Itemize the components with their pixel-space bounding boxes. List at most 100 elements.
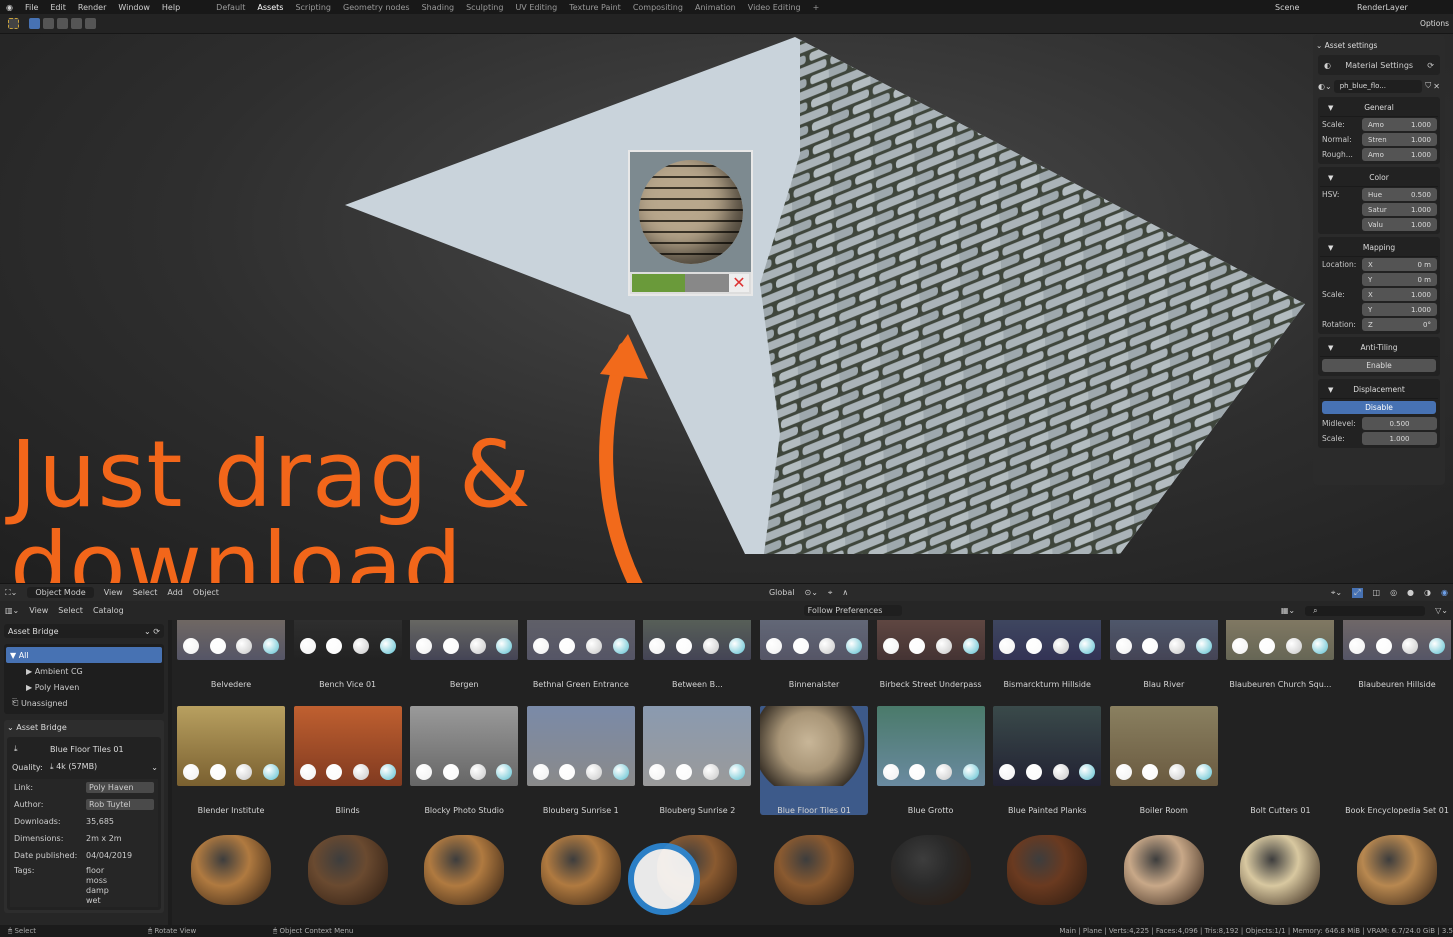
menu-select[interactable]: Select [133,588,158,597]
mode-extend-icon[interactable] [43,18,54,29]
cancel-download-icon[interactable]: ✕ [729,274,749,292]
scale-y-field[interactable]: Y 1.000 [1362,303,1437,316]
tab-shading[interactable]: Shading [422,3,455,12]
3d-viewport[interactable]: Just drag & download [0,34,1453,583]
asset-tile[interactable]: Belvedere [177,620,285,689]
asset-tile[interactable]: Blocky Photo Studio [410,706,519,815]
refresh-library-icon[interactable]: ⌄ ⟳ [144,627,160,636]
asset-tile[interactable]: Birbeck Street Underpass [876,620,985,689]
display-mode-icon[interactable]: ▦⌄ [1281,606,1295,615]
asset-tile[interactable]: Blouberg Sunrise 1 [526,706,635,815]
asset-settings-header[interactable]: ⌄ Asset settings [1316,38,1442,52]
link-field[interactable]: Poly Haven [86,781,154,793]
scale-x-field[interactable]: X 1.000 [1362,288,1437,301]
menu-object[interactable]: Object [193,588,219,597]
tab-animation[interactable]: Animation [695,3,736,12]
view-layer-selector[interactable]: RenderLayer [1357,3,1447,12]
asset-tile[interactable] [760,825,868,915]
general-section-header[interactable]: ▼ General [1320,99,1438,117]
asset-tile[interactable]: Binnenalster [760,620,868,689]
displacement-section-header[interactable]: ▼ Displacement [1320,381,1438,399]
roughness-amount-field[interactable]: Amo 1.000 [1362,148,1437,161]
menu-file[interactable]: File [25,3,38,12]
displacement-scale-field[interactable]: 1.000 [1362,432,1437,445]
menu-render[interactable]: Render [78,3,106,12]
asset-tile[interactable]: Blouberg Sunrise 2 [643,706,752,815]
asset-tile[interactable]: Boiler Room [1109,706,1218,815]
proportional-edit-icon[interactable]: ∧ [842,588,848,597]
asset-tile[interactable] [1343,825,1451,915]
asset-bridge-panel-header[interactable]: ⌄ Asset Bridge [7,723,161,737]
mapping-section-header[interactable]: ▼ Mapping [1320,239,1438,257]
select-box-icon[interactable] [29,18,40,29]
shading-rendered-icon[interactable]: ◉ [1441,588,1448,597]
mode-intersect-icon[interactable] [71,18,82,29]
blender-logo-icon[interactable]: ◉ [6,3,13,12]
tab-compositing[interactable]: Compositing [633,3,683,12]
saturation-field[interactable]: Satur 1.000 [1362,203,1437,216]
asset-tile[interactable]: Blinds [293,706,402,815]
pivot-icon[interactable]: ⊙⌄ [804,588,817,597]
asset-tile[interactable]: Blue Grotto [876,706,985,815]
shading-material-icon[interactable]: ◑ [1424,588,1431,597]
tab-sculpting[interactable]: Sculpting [466,3,503,12]
unlink-icon[interactable]: ✕ [1433,82,1440,91]
quality-dropdown[interactable]: ⤓ 4k (57MB) [50,762,151,772]
asset-tile[interactable]: Blender Institute [177,706,285,815]
catalog-ambient-cg[interactable]: ▶ Ambient CG [6,663,162,679]
value-field[interactable]: Valu 1.000 [1362,218,1437,231]
tab-video-editing[interactable]: Video Editing [748,3,801,12]
asset-tile[interactable]: Bergen [410,620,519,689]
asset-tile[interactable] [1226,825,1334,915]
asset-tile[interactable] [177,825,285,915]
asset-tile[interactable]: Blaubeuren Church Squ... [1226,620,1335,689]
tab-texture-paint[interactable]: Texture Paint [569,3,621,12]
tab-geometry-nodes[interactable]: Geometry nodes [343,3,410,12]
asset-browser-editor-icon[interactable]: ▥⌄ [5,606,19,615]
overlays-icon[interactable]: ⤢ [1352,587,1363,598]
asset-tile[interactable]: Between B... [643,620,752,689]
asset-grid[interactable]: Belvedere Bench Vice 01 Bergen Bethnal Gree… [172,620,1453,925]
download-icon[interactable]: ⤓ [10,744,50,754]
hue-field[interactable]: Hue 0.500 [1362,188,1437,201]
ab-menu-view[interactable]: View [29,606,48,615]
asset-library-dropdown[interactable]: Asset Bridge ⌄ ⟳ [4,624,164,638]
asset-tile[interactable]: Bethnal Green Entrance [526,620,635,689]
search-input[interactable]: ⌕ [1305,605,1426,616]
asset-tile[interactable]: Bolt Cutters 01 [1226,706,1334,815]
tab-default[interactable]: Default [216,3,245,12]
shading-solid-icon[interactable]: ● [1407,588,1414,597]
tab-scripting[interactable]: Scripting [295,3,331,12]
location-x-field[interactable]: X0 m [1362,258,1437,271]
transform-orientation-dropdown[interactable]: Global [769,588,795,597]
material-browse-icon[interactable]: ◐⌄ [1318,82,1332,91]
midlevel-field[interactable]: 0.500 [1362,417,1437,430]
displacement-disable-button[interactable]: Disable [1322,401,1436,414]
select-tool-icon[interactable] [8,18,19,29]
object-mode-dropdown[interactable]: Object Mode [27,587,94,598]
asset-tile[interactable]: Book Encyclopedia Set 01 [1343,706,1451,815]
anti-tiling-section-header[interactable]: ▼ Anti-Tiling [1320,339,1438,357]
normal-strength-field[interactable]: Stren 1.000 [1362,133,1437,146]
rotation-z-field[interactable]: Z 0° [1362,318,1437,331]
menu-help[interactable]: Help [162,3,180,12]
asset-tile[interactable] [1110,825,1218,915]
options-button[interactable]: Options [1420,19,1449,28]
asset-tile[interactable] [294,825,402,915]
menu-add[interactable]: Add [167,588,183,597]
refresh-icon[interactable]: ⟳ [1427,61,1434,70]
scene-selector[interactable]: Scene [1275,3,1345,12]
asset-tile[interactable] [410,825,518,915]
xray-icon[interactable]: ◫ [1373,588,1381,597]
menu-window[interactable]: Window [118,3,150,12]
fake-user-icon[interactable]: ⛉ [1425,81,1431,91]
anti-tiling-enable-button[interactable]: Enable [1322,359,1436,372]
asset-tile[interactable]: Blue Painted Planks [993,706,1102,815]
location-y-field[interactable]: Y0 m [1362,273,1437,286]
asset-tile[interactable]: Blau River [1109,620,1218,689]
asset-tile[interactable] [527,825,635,915]
catalog-poly-haven[interactable]: ▶ Poly Haven [6,679,162,695]
editor-type-icon[interactable]: ⛶⌄ [5,588,17,598]
catalog-all[interactable]: ▼ All [6,647,162,663]
author-field[interactable]: Rob Tuytel [86,798,154,810]
